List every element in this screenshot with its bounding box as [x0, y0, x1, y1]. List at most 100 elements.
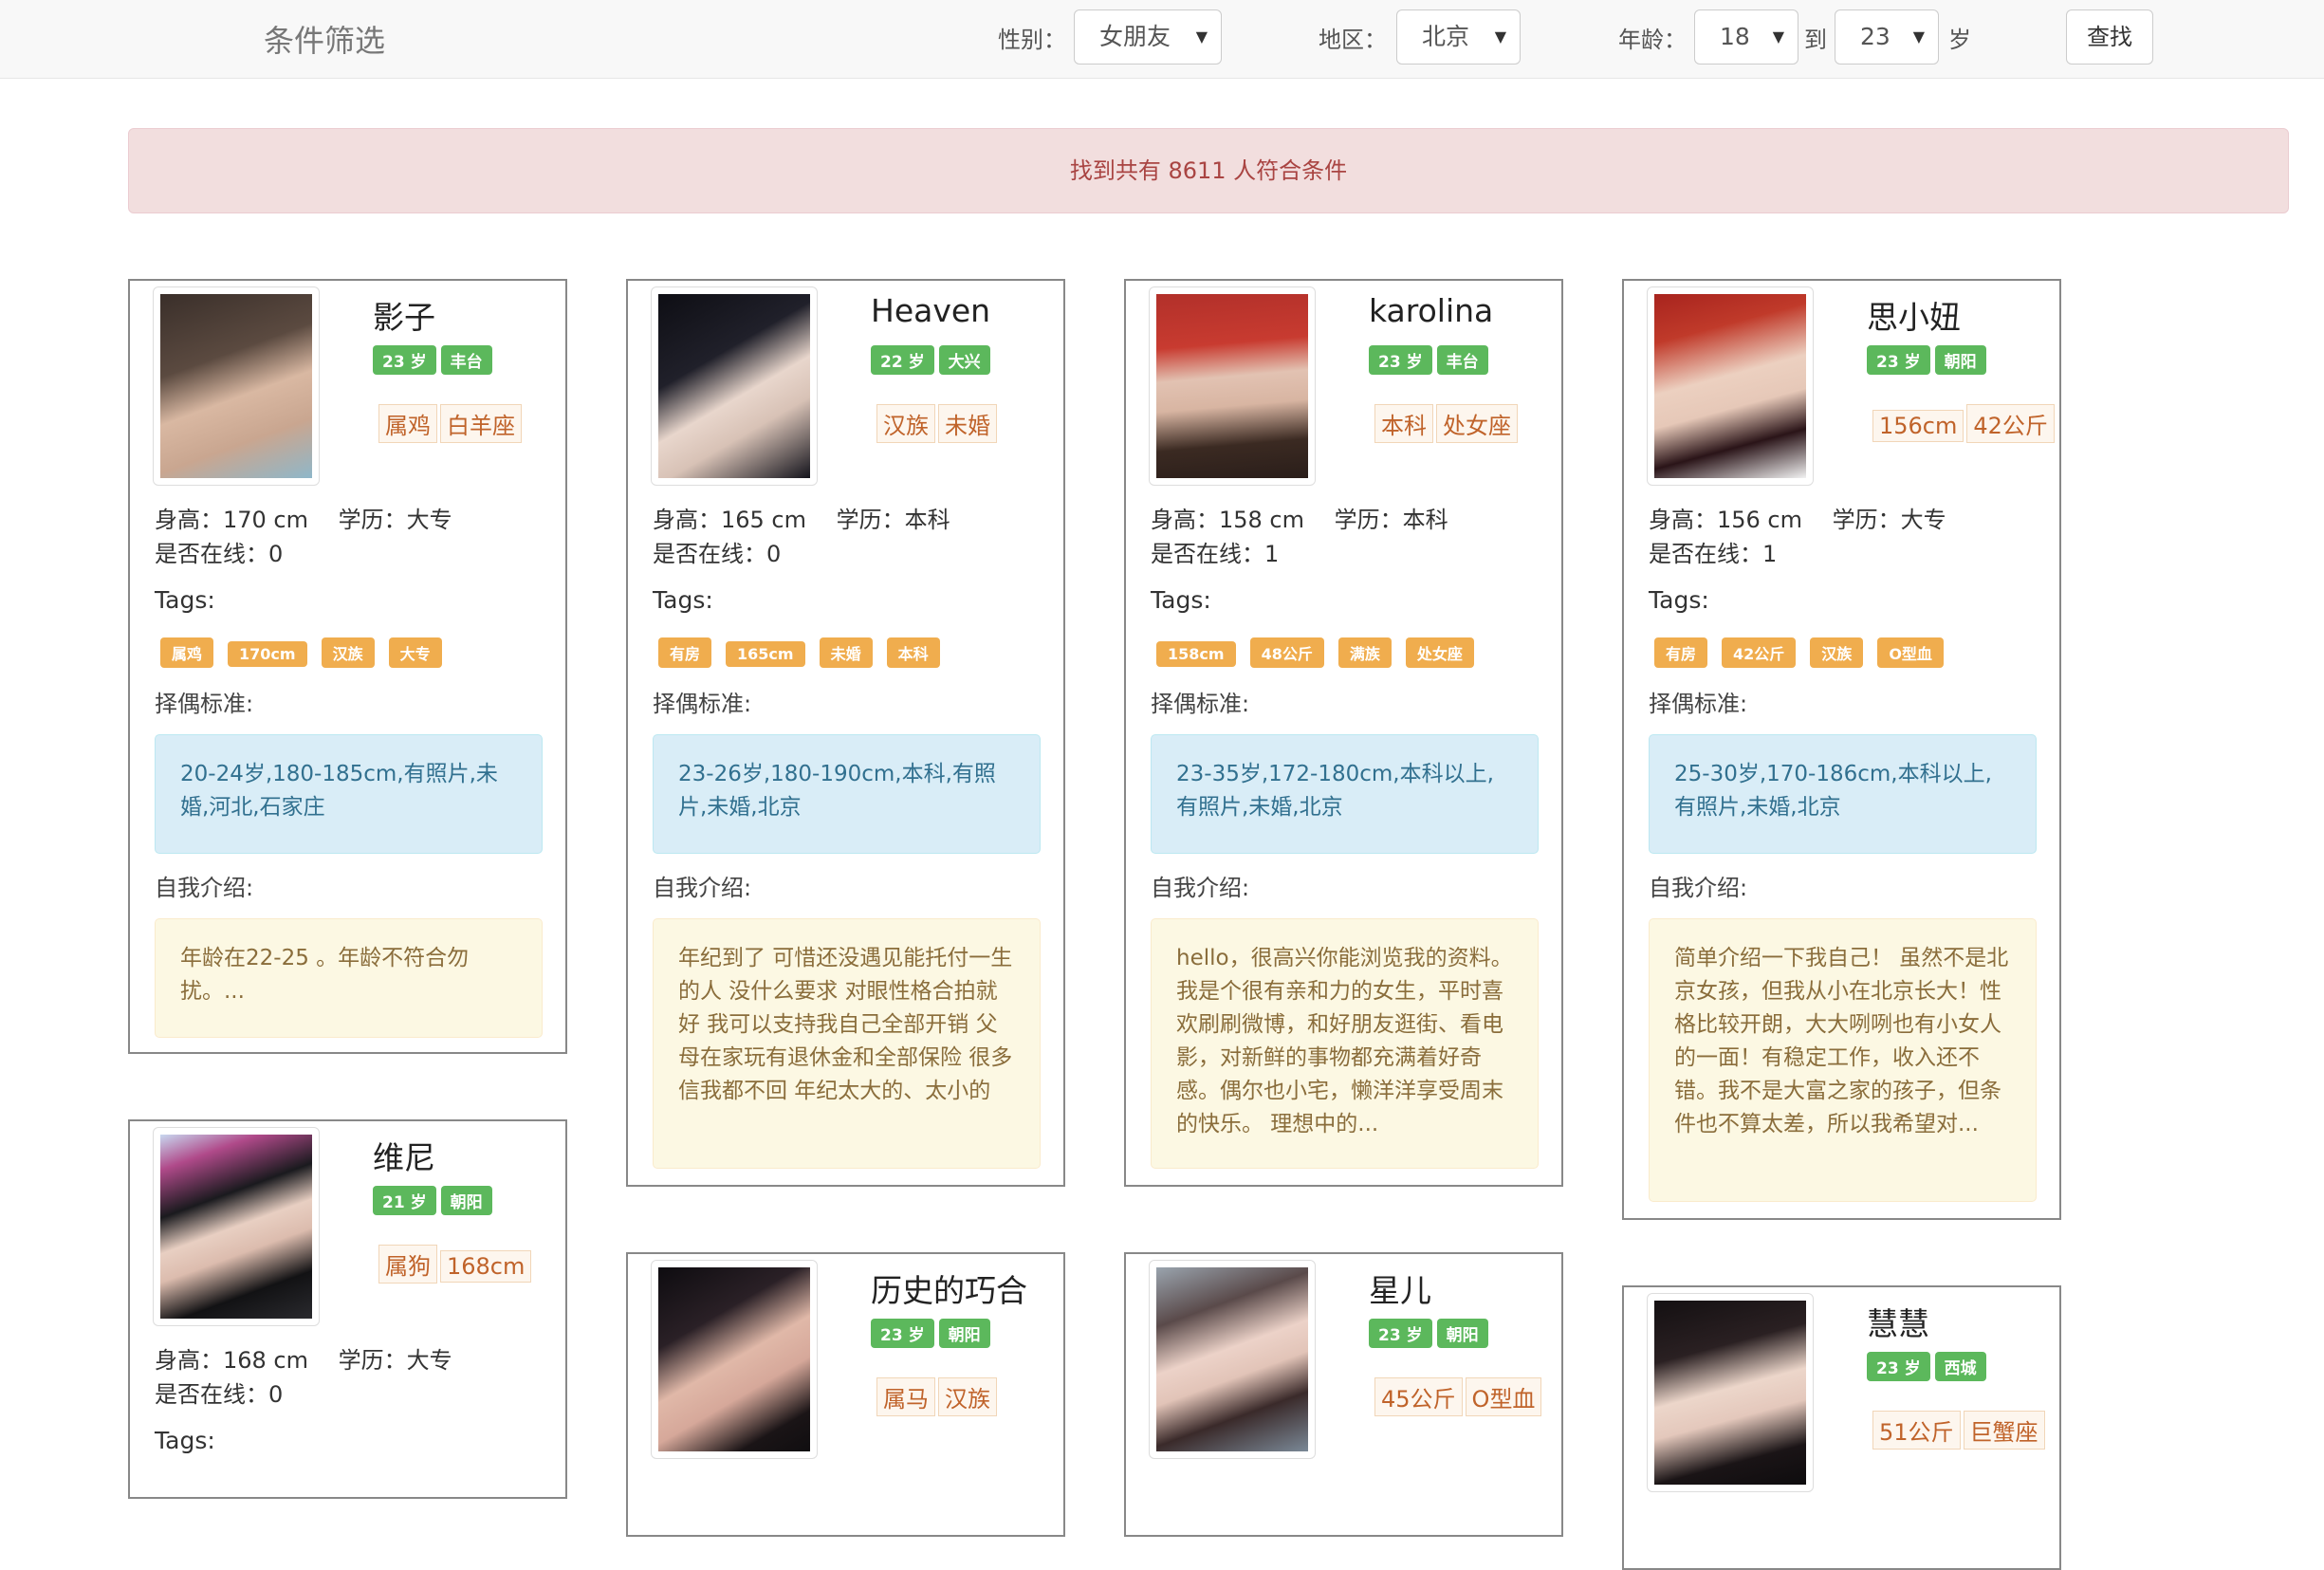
profile-name[interactable]: Heaven	[871, 292, 990, 329]
profile-card[interactable]: 慧慧 23 岁西城 51公斤 巨蟹座	[1622, 1285, 2061, 1570]
profile-subtags: 汉族 未婚	[876, 404, 1000, 443]
caret-down-icon: ▼	[1912, 28, 1925, 46]
profile-name[interactable]: 影子	[373, 292, 435, 338]
tags-label: Tags:	[155, 586, 215, 614]
age-badge: 23 岁	[1867, 345, 1930, 375]
tags-label: Tags:	[155, 1427, 215, 1454]
profile-info: 身高：158 cm 学历：本科 是否在线：1	[1151, 503, 1549, 571]
district-badge: 丰台	[1436, 345, 1488, 375]
profile-subtags: 51公斤 巨蟹座	[1872, 1411, 2048, 1450]
filter-brand[interactable]: 条件筛选	[264, 17, 385, 61]
criteria-label: 择偶标准:	[1649, 691, 1748, 717]
age-badge: 23 岁	[1369, 345, 1432, 375]
profile-photo[interactable]	[153, 286, 320, 486]
profile-subtags: 属鸡 白羊座	[378, 404, 525, 443]
profile-subtags: 156cm 42公斤	[1872, 404, 2057, 443]
intro-box: 年纪到了 可惜还没遇见能托付一生的人 没什么要求 对眼性格合拍就好 我可以支持我…	[653, 918, 1041, 1169]
profile-card[interactable]: 维尼 21 岁朝阳 属狗 168cm 身高：168 cm 学历：大专 是否在线：0…	[128, 1119, 567, 1499]
criteria-label: 择偶标准:	[155, 691, 254, 717]
profile-name[interactable]: 慧慧	[1867, 1299, 1929, 1344]
profile-card[interactable]: 历史的巧合 23 岁朝阳 属马 汉族	[626, 1252, 1065, 1537]
subtag: 42公斤	[1966, 404, 2055, 443]
age-min-select[interactable]: 18 ▼	[1694, 9, 1798, 65]
profile-photo[interactable]	[1647, 1293, 1814, 1492]
subtag: 本科	[1374, 404, 1433, 443]
tag: 未婚	[819, 637, 873, 668]
criteria-box: 23-26岁,180-190cm,本科,有照片,未婚,北京	[653, 734, 1041, 854]
age-badge: 21 岁	[373, 1186, 436, 1215]
profile-badges: 21 岁朝阳	[373, 1186, 497, 1215]
profile-card[interactable]: 影子 23 岁丰台 属鸡 白羊座 身高：170 cm 学历：大专 是否在线：0 T…	[128, 279, 567, 1054]
region-select[interactable]: 北京 ▼	[1396, 9, 1521, 65]
profile-badges: 22 岁大兴	[871, 345, 995, 375]
subtag: 168cm	[440, 1250, 532, 1283]
district-badge: 朝阳	[938, 1319, 990, 1348]
result-count-alert: 找到共有 8611 人符合条件	[128, 128, 2289, 213]
intro-label: 自我介绍:	[155, 875, 254, 901]
profile-name[interactable]: karolina	[1369, 292, 1493, 329]
intro-label: 自我介绍:	[1649, 875, 1748, 901]
profile-card[interactable]: Heaven 22 岁大兴 汉族 未婚 身高：165 cm 学历：本科 是否在线：…	[626, 279, 1065, 1187]
profile-photo[interactable]	[153, 1127, 320, 1326]
age-max-select[interactable]: 23 ▼	[1835, 9, 1939, 65]
profile-badges: 23 岁西城	[1867, 1352, 1991, 1381]
avatar	[160, 294, 312, 478]
avatar	[1654, 294, 1806, 478]
avatar	[658, 1267, 810, 1451]
profile-photo[interactable]	[651, 286, 818, 486]
profile-photo[interactable]	[651, 1260, 818, 1459]
profile-photo[interactable]	[1647, 286, 1814, 486]
age-min-value: 18	[1720, 23, 1750, 50]
profile-photo[interactable]	[1149, 286, 1316, 486]
caret-down-icon: ▼	[1494, 28, 1506, 46]
district-badge: 朝阳	[440, 1186, 492, 1215]
profile-name[interactable]: 维尼	[373, 1133, 435, 1178]
height-education-line: 身高：170 cm 学历：大专	[155, 507, 452, 533]
profile-photo[interactable]	[1149, 1260, 1316, 1459]
district-badge: 朝阳	[1934, 345, 1986, 375]
age-badge: 23 岁	[373, 345, 436, 375]
profile-badges: 23 岁丰台	[373, 345, 497, 375]
subtag: 处女座	[1436, 404, 1518, 443]
age-max-value: 23	[1860, 23, 1891, 50]
profile-name[interactable]: 历史的巧合	[871, 1265, 1027, 1311]
subtag: 51公斤	[1872, 1411, 1961, 1450]
gender-select[interactable]: 女朋友 ▼	[1074, 9, 1222, 65]
profile-name[interactable]: 星儿	[1369, 1265, 1431, 1311]
age-unit-label: 岁	[1948, 27, 1971, 53]
profile-card[interactable]: 思小妞 23 岁朝阳 156cm 42公斤 身高：156 cm 学历：大专 是否在…	[1622, 279, 2061, 1220]
profile-badges: 23 岁朝阳	[871, 1319, 995, 1348]
profile-badges: 23 岁丰台	[1369, 345, 1493, 375]
search-button[interactable]: 查找	[2066, 9, 2153, 65]
tag: 165cm	[726, 641, 805, 667]
tag-list: 158cm 48公斤 满族 处女座	[1156, 637, 1488, 668]
tag: 158cm	[1156, 641, 1236, 667]
intro-label: 自我介绍:	[653, 875, 752, 901]
online-status-line: 是否在线：0	[155, 541, 284, 567]
profile-card[interactable]: karolina 23 岁丰台 本科 处女座 身高：158 cm 学历：本科 是否…	[1124, 279, 1563, 1187]
criteria-label: 择偶标准:	[653, 691, 752, 717]
tags-label: Tags:	[653, 586, 713, 614]
subtag: 属马	[876, 1377, 935, 1416]
age-badge: 23 岁	[871, 1319, 934, 1348]
tag-list: 有房 42公斤 汉族 O型血	[1654, 637, 1958, 668]
subtag: 未婚	[938, 404, 997, 443]
profile-info: 身高：156 cm 学历：大专 是否在线：1	[1649, 503, 2047, 571]
tag: 处女座	[1405, 637, 1474, 668]
profile-card[interactable]: 星儿 23 岁朝阳 45公斤 O型血	[1124, 1252, 1563, 1537]
tag: O型血	[1877, 637, 1944, 668]
tags-label: Tags:	[1649, 586, 1709, 614]
tag: 有房	[1654, 637, 1708, 668]
online-status-line: 是否在线：0	[653, 541, 782, 567]
profile-name[interactable]: 思小妞	[1867, 292, 1961, 338]
age-to-label: 到	[1804, 27, 1827, 53]
tag-list: 属鸡 170cm 汉族 大专	[160, 637, 456, 668]
subtag: 属鸡	[378, 404, 437, 443]
profile-info: 身高：170 cm 学历：大专 是否在线：0	[155, 503, 553, 571]
tag: 170cm	[228, 641, 307, 667]
gender-select-value: 女朋友	[1099, 23, 1171, 50]
height-education-line: 身高：165 cm 学历：本科	[653, 507, 950, 533]
criteria-box: 23-35岁,172-180cm,本科以上,有照片,未婚,北京	[1151, 734, 1539, 854]
age-badge: 23 岁	[1369, 1319, 1432, 1348]
subtag: 156cm	[1872, 410, 1964, 442]
